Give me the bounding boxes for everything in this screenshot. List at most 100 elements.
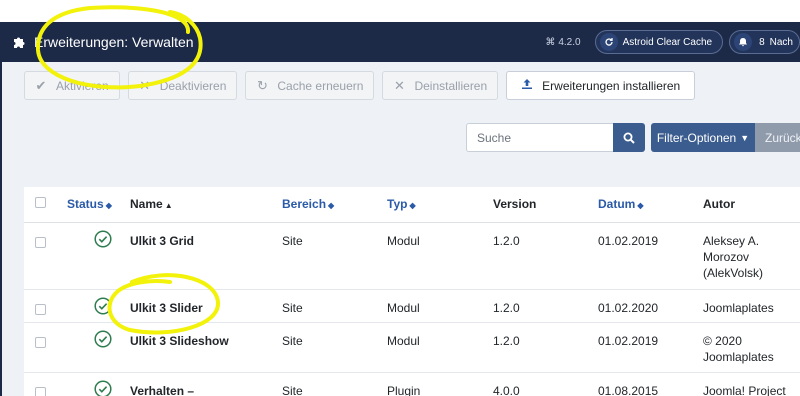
name-header[interactable]: Name ▲	[130, 187, 282, 223]
bell-icon	[734, 33, 753, 51]
header: Erweiterungen: Verwalten ⌘ 4.2.0 Astroid…	[0, 0, 800, 62]
version-header: Version	[493, 187, 598, 223]
sidebar-edge	[0, 62, 2, 396]
status-header-label: Status	[67, 197, 104, 212]
table-row: Verhalten – Site Plugin 4.0.0 01.08.2015…	[24, 372, 800, 396]
area-cell: Site	[282, 289, 387, 323]
header-bar: Erweiterungen: Verwalten ⌘ 4.2.0 Astroid…	[0, 22, 800, 62]
table-row: Ulkit 3 Grid Site Modul 1.2.0 01.02.2019…	[24, 222, 800, 290]
extension-name[interactable]: Ulkit 3 Slideshow	[130, 322, 282, 373]
author-cell: Aleksey A. Morozov (AlekVolsk)	[703, 222, 800, 290]
row-checkbox[interactable]	[35, 386, 46, 396]
name-header-label: Name	[130, 197, 163, 212]
area-header[interactable]: Bereich ◆	[282, 187, 387, 223]
author-cell: © 2020 Joomlaplates	[703, 322, 800, 373]
check-circle-icon[interactable]	[94, 229, 112, 248]
sort-icon: ◆	[105, 201, 112, 211]
notification-count: 8	[759, 36, 765, 48]
area-cell: Site	[282, 322, 387, 373]
select-all-checkbox[interactable]	[35, 197, 46, 209]
sync-icon: ↻	[256, 77, 268, 93]
table-header-row: Status ◆ Name ▲ Bereich ◆ Typ ◆ Version Datu…	[24, 187, 800, 223]
check-icon: ✔	[35, 77, 47, 93]
header-right: ⌘ 4.2.0 Astroid Clear Cache 8 Nach	[545, 30, 800, 54]
type-cell: Modul	[387, 222, 493, 290]
row-select-cell	[24, 222, 64, 290]
sort-icon: ◆	[328, 201, 335, 211]
date-header-label: Datum	[598, 197, 636, 212]
row-checkbox[interactable]	[35, 236, 46, 248]
table-row: Ulkit 3 Slider Site Modul 1.2.0 01.02.20…	[24, 289, 800, 323]
filter-options-button[interactable]: Filter-Optionen ▼	[651, 123, 755, 152]
uninstall-label: Deinstallieren	[414, 78, 488, 93]
sort-icon: ◆	[637, 201, 644, 211]
status-cell	[64, 372, 130, 396]
reset-button[interactable]: Zurücksetzen	[755, 123, 800, 152]
refresh-cache-label: Cache erneuern	[277, 78, 364, 93]
close-icon: ✕	[139, 77, 151, 93]
close-icon: ✕	[394, 77, 405, 93]
refresh-icon	[599, 33, 618, 51]
install-extensions-label: Erweiterungen installieren	[542, 78, 681, 93]
chevron-down-icon: ▼	[740, 132, 750, 143]
uninstall-button[interactable]: ✕ Deinstallieren	[382, 71, 499, 100]
search-group	[466, 123, 645, 152]
row-checkbox[interactable]	[35, 336, 46, 348]
author-cell: Joomlaplates	[703, 289, 800, 323]
check-circle-icon[interactable]	[94, 379, 112, 396]
version-cell: 4.0.0	[493, 372, 598, 396]
extensions-table: Status ◆ Name ▲ Bereich ◆ Typ ◆ Version Datu…	[24, 187, 800, 396]
check-circle-icon[interactable]	[94, 329, 112, 348]
select-all-cell	[24, 187, 64, 223]
activate-label: Aktivieren	[56, 78, 109, 93]
messages-label: Nach	[769, 36, 793, 48]
deactivate-label: Deaktivieren	[159, 78, 227, 93]
page-title: Erweiterungen: Verwalten	[34, 34, 194, 50]
author-cell: Joomla! Project	[703, 372, 800, 396]
version-label: 4.2.0	[558, 36, 581, 48]
activate-button[interactable]: ✔ Aktivieren	[24, 71, 120, 100]
type-header[interactable]: Typ ◆	[387, 187, 493, 223]
reset-label: Zurücksetzen	[765, 130, 800, 145]
sort-asc-icon: ▲	[164, 201, 173, 211]
check-circle-icon[interactable]	[94, 296, 112, 315]
author-header-label: Autor	[703, 197, 735, 212]
row-select-cell	[24, 322, 64, 373]
filter-options-label: Filter-Optionen	[656, 130, 737, 145]
extension-name[interactable]: Ulkit 3 Grid	[130, 222, 282, 290]
version-cell: 1.2.0	[493, 289, 598, 323]
clear-cache-label: Astroid Clear Cache	[622, 36, 713, 48]
date-header[interactable]: Datum ◆	[598, 187, 703, 223]
deactivate-button[interactable]: ✕ Deaktivieren	[127, 71, 238, 100]
extension-name[interactable]: Verhalten –	[130, 372, 282, 396]
page-title-group: Erweiterungen: Verwalten	[12, 34, 194, 50]
status-header[interactable]: Status ◆	[64, 187, 130, 223]
search-button[interactable]	[613, 123, 645, 152]
status-cell	[64, 289, 130, 323]
status-cell	[64, 222, 130, 290]
extension-name[interactable]: Ulkit 3 Slider	[130, 289, 282, 323]
status-cell	[64, 322, 130, 373]
puzzle-icon	[14, 37, 25, 48]
date-cell: 01.02.2019	[598, 322, 703, 373]
date-cell: 01.08.2015	[598, 372, 703, 396]
joomla-icon: ⌘	[545, 36, 556, 48]
toolbar: ✔ Aktivieren ✕ Deaktivieren ↻ Cache erne…	[24, 71, 696, 100]
row-select-cell	[24, 289, 64, 323]
type-cell: Modul	[387, 322, 493, 373]
version-cell: 1.2.0	[493, 222, 598, 290]
version-info: ⌘ 4.2.0	[545, 37, 580, 48]
notifications-button[interactable]: 8 Nach	[729, 30, 800, 54]
search-input[interactable]	[466, 123, 613, 152]
row-checkbox[interactable]	[35, 303, 46, 315]
sort-icon: ◆	[409, 201, 416, 211]
search-icon	[623, 132, 635, 144]
type-cell: Modul	[387, 289, 493, 323]
date-cell: 01.02.2020	[598, 289, 703, 323]
row-select-cell	[24, 372, 64, 396]
type-cell: Plugin	[387, 372, 493, 396]
install-extensions-button[interactable]: Erweiterungen installieren	[506, 71, 696, 100]
clear-cache-button[interactable]: Astroid Clear Cache	[594, 30, 724, 54]
refresh-cache-button[interactable]: ↻ Cache erneuern	[245, 71, 375, 100]
version-cell: 1.2.0	[493, 322, 598, 373]
